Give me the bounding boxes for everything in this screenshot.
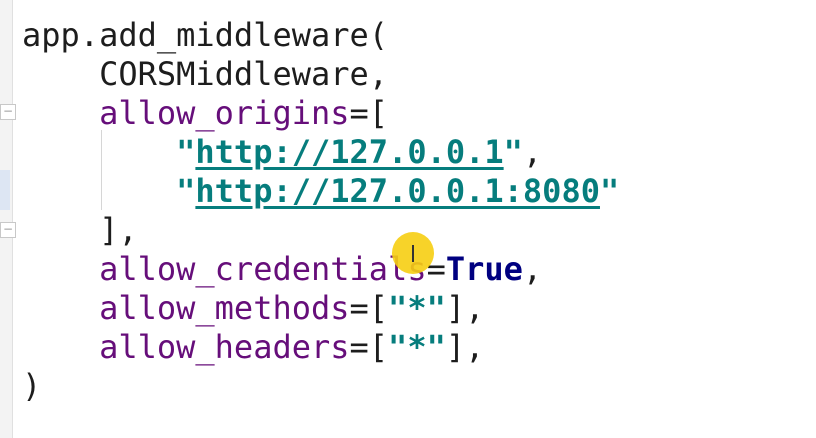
code-line[interactable]: ) [22, 367, 619, 406]
code-token-str-url: http://127.0.0.1:8080 [195, 172, 600, 210]
code-token-punct: =[ [349, 289, 389, 327]
code-token-punct: ) [22, 367, 42, 405]
fold-end-icon[interactable]: − [0, 222, 16, 238]
code-token-kw-arg: allow_headers [99, 328, 350, 366]
code-token-kw-arg: allow_origins [99, 94, 350, 132]
code-line[interactable]: allow_credentials=True, [22, 250, 619, 289]
code-token-kw-arg: allow_methods [99, 289, 350, 327]
code-line[interactable]: app.add_middleware( [22, 16, 619, 55]
code-token-str-quote: "*" [388, 289, 446, 327]
code-token-punct: , [522, 250, 543, 288]
code-token-str-quote: " [503, 133, 523, 171]
code-token-str-quote: " [176, 172, 196, 210]
code-token-str-url: http://127.0.0.1 [195, 133, 504, 171]
code-token-punct: , [522, 133, 543, 171]
code-token-str-quote: " [176, 133, 196, 171]
text-cursor-icon [412, 245, 414, 262]
code-line[interactable]: "http://127.0.0.1:8080" [22, 172, 619, 211]
code-token-punct [22, 328, 99, 366]
code-line[interactable]: ], [22, 211, 619, 250]
code-line[interactable]: "http://127.0.0.1", [22, 133, 619, 172]
code-token-punct: ], [445, 328, 485, 366]
gutter-change-marker [0, 170, 10, 210]
code-line[interactable]: allow_methods=["*"], [22, 289, 619, 328]
editor-gutter: − − [0, 0, 16, 438]
code-token-str-quote: "*" [388, 328, 446, 366]
code-token-punct: CORSMiddleware, [22, 55, 389, 93]
code-token-punct: ], [22, 211, 138, 249]
code-line[interactable]: allow_origins=[ [22, 94, 619, 133]
code-line[interactable]: allow_headers=["*"], [22, 328, 619, 367]
code-token-const: True [445, 250, 523, 288]
code-token-str-quote: " [599, 172, 620, 210]
code-editor[interactable]: − − app.add_middleware( CORSMiddleware, … [0, 0, 816, 438]
code-content[interactable]: app.add_middleware( CORSMiddleware, allo… [22, 16, 619, 406]
fold-collapse-icon[interactable]: − [0, 104, 16, 120]
code-token-punct: =[ [349, 328, 389, 366]
code-token-punct [22, 94, 99, 132]
code-token-kw-arg: allow_credentials [99, 250, 427, 288]
code-token-punct [22, 289, 99, 327]
code-token-punct [22, 133, 176, 171]
code-token-punct [22, 250, 99, 288]
code-line[interactable]: CORSMiddleware, [22, 55, 619, 94]
code-token-punct: app.add_middleware( [22, 16, 389, 54]
code-token-punct [22, 172, 176, 210]
code-token-punct: ], [445, 289, 485, 327]
code-token-punct: =[ [349, 94, 389, 132]
